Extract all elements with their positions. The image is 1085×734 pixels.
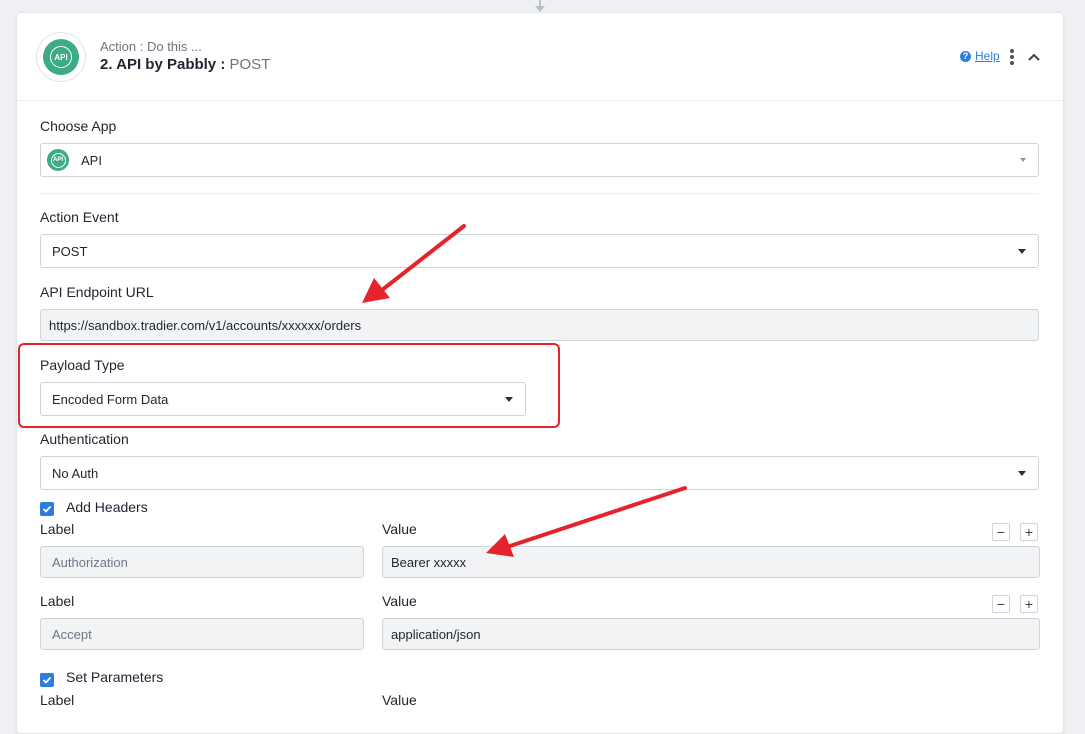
parameter-label-title: Label bbox=[40, 692, 75, 708]
header-label-input[interactable]: Accept bbox=[40, 618, 364, 650]
more-options-icon[interactable] bbox=[1008, 49, 1016, 65]
choose-app-select[interactable]: API API bbox=[40, 143, 1039, 177]
step-title-text: 2. API by Pabbly : bbox=[100, 56, 226, 73]
header-value-value: application/json bbox=[391, 626, 481, 642]
authentication-label: Authentication bbox=[40, 431, 129, 447]
header-value-title: Value bbox=[382, 521, 417, 537]
step-header[interactable]: API Action : Do this ... 2. API by Pabbl… bbox=[17, 13, 1063, 101]
help-label: Help bbox=[975, 49, 1000, 63]
dropdown-caret-icon bbox=[1018, 249, 1026, 254]
action-event-value: POST bbox=[52, 243, 88, 259]
endpoint-url-input[interactable]: https://sandbox.tradier.com/v1/accounts/… bbox=[40, 309, 1039, 341]
parameter-value-title: Value bbox=[382, 692, 417, 708]
endpoint-label: API Endpoint URL bbox=[40, 284, 154, 300]
header-value-value: Bearer xxxxx bbox=[391, 554, 467, 570]
dropdown-caret-icon bbox=[1020, 158, 1026, 162]
remove-header-button[interactable]: − bbox=[992, 595, 1010, 613]
header-value-input[interactable]: Bearer xxxxx bbox=[382, 546, 1040, 578]
add-headers-checkbox[interactable] bbox=[40, 502, 54, 516]
choose-app-value: API bbox=[81, 152, 102, 168]
action-event-select[interactable]: POST bbox=[40, 234, 1039, 268]
help-link[interactable]: ? Help bbox=[960, 49, 1000, 63]
app-logo: API bbox=[36, 32, 86, 82]
add-headers-label: Add Headers bbox=[66, 499, 148, 515]
payload-type-highlight-box bbox=[18, 343, 560, 428]
checkmark-icon bbox=[42, 505, 52, 513]
endpoint-url-value: https://sandbox.tradier.com/v1/accounts/… bbox=[49, 317, 362, 333]
section-divider bbox=[40, 193, 1039, 194]
authentication-select[interactable]: No Auth bbox=[40, 456, 1039, 490]
header-label-input[interactable]: Authorization bbox=[40, 546, 364, 578]
add-header-button[interactable]: + bbox=[1020, 595, 1038, 613]
dropdown-caret-icon bbox=[1018, 471, 1026, 476]
set-parameters-checkbox[interactable] bbox=[40, 673, 54, 687]
header-value-title: Value bbox=[382, 593, 417, 609]
api-icon: API bbox=[47, 149, 69, 171]
question-icon: ? bbox=[960, 50, 971, 62]
header-label-value: Authorization bbox=[52, 554, 128, 570]
header-label-value: Accept bbox=[52, 626, 92, 642]
chevron-up-icon[interactable] bbox=[1026, 49, 1042, 65]
checkmark-icon bbox=[42, 676, 52, 684]
step-subtitle: Action : Do this ... bbox=[100, 39, 202, 54]
action-event-label: Action Event bbox=[40, 209, 119, 225]
choose-app-label: Choose App bbox=[40, 118, 117, 134]
header-value-input[interactable]: application/json bbox=[382, 618, 1040, 650]
step-title: 2. API by Pabbly : POST bbox=[100, 56, 270, 73]
header-label-title: Label bbox=[40, 521, 75, 537]
remove-header-button[interactable]: − bbox=[992, 523, 1010, 541]
api-icon: API bbox=[50, 46, 72, 68]
step-method: POST bbox=[229, 56, 271, 73]
header-label-title: Label bbox=[40, 593, 75, 609]
authentication-value: No Auth bbox=[52, 465, 99, 481]
set-parameters-label: Set Parameters bbox=[66, 669, 164, 685]
add-header-button[interactable]: + bbox=[1020, 523, 1038, 541]
